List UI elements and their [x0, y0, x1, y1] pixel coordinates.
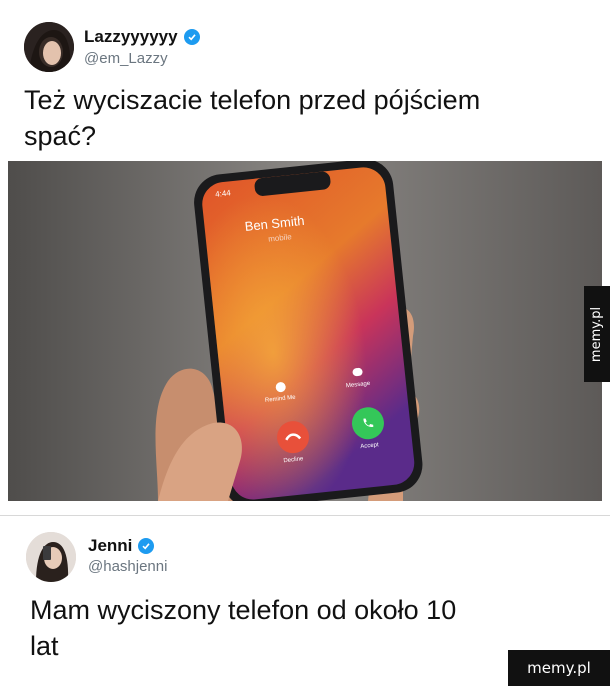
verified-badge-icon: [138, 538, 155, 554]
decline-button[interactable]: [275, 419, 311, 455]
watermark-text: memy.pl: [527, 659, 591, 677]
message-label: Message: [345, 380, 371, 390]
accept-label: Accept: [360, 442, 379, 451]
avatar-image: [24, 22, 74, 72]
accept-button[interactable]: [350, 405, 386, 441]
verified-badge-icon: [183, 29, 200, 45]
phone-screen: 4:44 Ben Smith mobile Remind Me Message …: [8, 161, 602, 501]
remind-me-label: Remind Me: [264, 394, 296, 404]
tweet-text: Mam wyciszony telefon od około 10 lat: [30, 592, 456, 664]
phone-decline-icon: [285, 433, 302, 441]
tweet-text-line: lat: [30, 631, 59, 661]
user-name[interactable]: Lazzyyyyyy: [84, 27, 178, 47]
alarm-icon: [275, 381, 287, 393]
avatar-image: [26, 532, 76, 582]
decline-label: Decline: [283, 456, 304, 465]
message-bubble-icon: [352, 367, 363, 377]
tweet-text-line: Też wyciszacie telefon przed pójściem: [24, 85, 481, 115]
tweet-text-line: spać?: [24, 121, 97, 151]
tweet-1: Lazzyyyyyy @em_Lazzy Też wyciszacie tele…: [0, 0, 610, 160]
caller-type: mobile: [267, 232, 293, 244]
user-handle[interactable]: @hashjenni: [88, 558, 167, 575]
tweet-photo[interactable]: 4:44 Ben Smith mobile Remind Me Message …: [8, 161, 602, 501]
user-handle[interactable]: @em_Lazzy: [84, 50, 168, 67]
phone-time: 4:44: [214, 188, 232, 199]
avatar[interactable]: [24, 22, 74, 72]
side-watermark: memy.pl: [584, 286, 610, 382]
user-name[interactable]: Jenni: [88, 536, 132, 556]
watermark-text: memy.pl: [589, 306, 605, 362]
caller-name: Ben Smith: [243, 212, 306, 234]
phone-accept-icon: [363, 418, 374, 427]
tweet-text-line: Mam wyciszony telefon od około 10: [30, 595, 457, 625]
corner-watermark: memy.pl: [508, 650, 610, 686]
avatar[interactable]: [26, 532, 76, 582]
tweet-text: Też wyciszacie telefon przed pójściem sp…: [24, 82, 480, 154]
